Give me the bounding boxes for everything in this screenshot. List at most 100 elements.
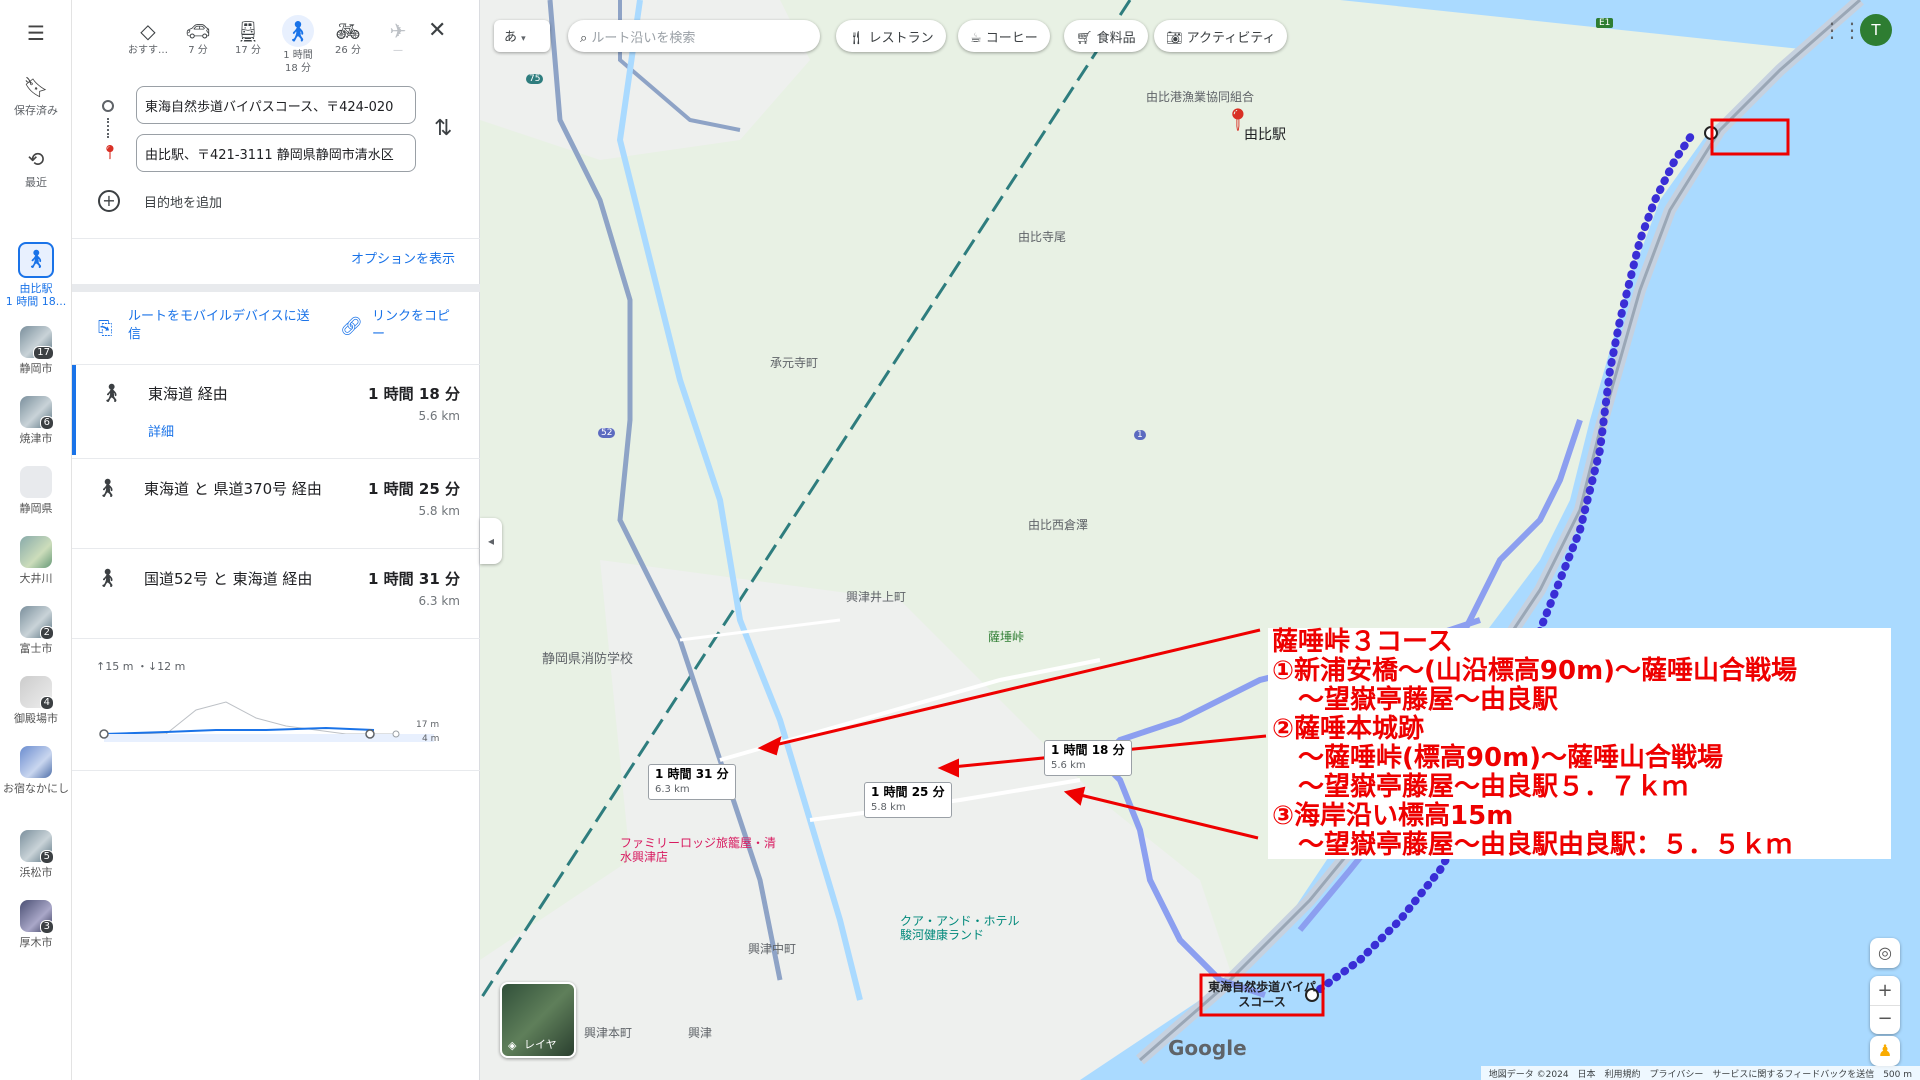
swap-icon[interactable]: ⇅: [434, 116, 452, 141]
chip-groceries[interactable]: 🛒︎ 食料品: [1064, 20, 1148, 52]
rail-place-yaizu[interactable]: 6 焼津市: [0, 396, 72, 445]
route-distance: 5.6 km: [418, 409, 460, 423]
label-poi[interactable]: ファミリーロッジ旅籠屋・清水興津店: [620, 836, 780, 864]
send-to-mobile-link[interactable]: ルートをモバイルデバイスに送信: [128, 308, 318, 344]
send-to-phone-icon[interactable]: ⎘: [98, 318, 112, 339]
label-start[interactable]: 東海自然歩道バイパスコース: [1204, 980, 1320, 1010]
rail-place-shizuoka-city[interactable]: 17 静岡市: [0, 326, 72, 375]
road-shield-e1: E1: [1596, 18, 1614, 28]
destination-field[interactable]: 由比駅、〒421-3111 静岡県静岡市清水区: [136, 134, 416, 172]
ime-toggle[interactable]: あ ▾: [494, 20, 550, 52]
add-icon[interactable]: +: [98, 190, 120, 212]
chip-activities[interactable]: 📷︎ アクティビティ: [1154, 20, 1288, 52]
mode-label: 1 時間 18 分: [283, 50, 313, 74]
walk-icon: 🚶︎: [282, 15, 314, 47]
annotation-line: ～望嶽亭藤屋～由良駅: [1272, 685, 1559, 715]
elevation-max: 17 m: [416, 720, 440, 730]
annotation-line: ～望嶽亭藤屋～由良駅由良駅：５．５ｋｍ: [1272, 830, 1793, 860]
place-name: 静岡市: [19, 362, 53, 375]
label-pass[interactable]: 薩埵峠: [988, 628, 1024, 645]
chip-label: 食料品: [1096, 31, 1136, 46]
route-tag-time: 1 時間 18 分: [1051, 743, 1125, 757]
divider: [72, 548, 480, 549]
mode-transit[interactable]: 🚆︎ 17 分: [226, 18, 270, 57]
annotation-box: 薩唾峠３コース ①新浦安橋～(山沿標高90m)～薩唾山合戦場 ～望嶽亭藤屋～由良…: [1268, 628, 1891, 860]
pegman-button[interactable]: ♟: [1870, 1036, 1900, 1066]
divider: [72, 770, 480, 771]
route-option-3[interactable]: 🚶︎ 国道52号 と 東海道 経由 1 時間 31 分 6.3 km: [72, 550, 480, 640]
saved-button[interactable]: 🔖︎ 保存済み: [0, 76, 72, 118]
layers-label: レイヤ: [524, 1038, 557, 1051]
diamond-route-icon: ◇: [140, 19, 156, 43]
apps-grid-icon[interactable]: ⋮⋮: [1822, 18, 1862, 42]
rail-place-shizuoka-pref[interactable]: 静岡県: [0, 466, 72, 515]
mode-walk[interactable]: 🚶︎ 1 時間 18 分: [276, 15, 320, 75]
my-location-button[interactable]: ◎: [1870, 938, 1900, 968]
mode-bike[interactable]: 🚲︎ 26 分: [326, 18, 370, 57]
collapse-panel-button[interactable]: ◂: [480, 518, 502, 564]
chip-restaurant[interactable]: 🍴︎ レストラン: [836, 20, 946, 52]
road-shield: 1: [1134, 430, 1146, 440]
place-thumbnail: 17: [20, 326, 54, 360]
rail-current-route[interactable]: 🚶︎ 由比駅 1 時間 18...: [0, 242, 72, 308]
link-icon[interactable]: 🔗︎: [340, 316, 363, 337]
rail-place-atsugi[interactable]: 3 厚木市: [0, 900, 72, 949]
route-time: 1 時間 25 分: [368, 480, 460, 498]
mode-label: —: [393, 45, 403, 56]
route-distance: 5.8 km: [418, 504, 460, 518]
divider: [72, 238, 480, 239]
label-area: 由比西倉澤: [1028, 518, 1089, 532]
avatar[interactable]: T: [1860, 14, 1892, 46]
walk-icon: 🚶︎: [96, 478, 119, 499]
chip-coffee[interactable]: ☕︎ コーヒー: [958, 20, 1050, 52]
rail-place-gotemba[interactable]: 4 御殿場市: [0, 676, 72, 725]
route-tag-3[interactable]: 1 時間 31 分 6.3 km: [648, 764, 736, 800]
map-canvas[interactable]: 📍︎ 由比駅 由比港漁業協同組合 由比寺尾 承元寺町 由比西倉澤 興津井上町 薩…: [480, 0, 1920, 1080]
close-icon[interactable]: ✕: [428, 18, 446, 43]
elevation-chart: [99, 701, 434, 742]
route-details-link[interactable]: 詳細: [148, 421, 174, 440]
route-option-2[interactable]: 🚶︎ 東海道 と 県道370号 経由 1 時間 25 分 5.8 km: [72, 460, 480, 550]
layers-button[interactable]: ◈ レイヤ: [500, 982, 576, 1058]
road-shield: 75: [526, 74, 544, 84]
rail-place-fuji[interactable]: 2 富士市: [0, 606, 72, 655]
add-destination[interactable]: 目的地を追加: [144, 192, 222, 211]
camera-icon: 📷︎: [1166, 31, 1183, 46]
map-footer[interactable]: 地図データ ©2024 日本 利用規約 プライバシー サービスに関するフィードバ…: [1480, 1066, 1920, 1080]
chevron-down-icon: ▾: [521, 34, 526, 44]
rail-place-hamamatsu[interactable]: 5 浜松市: [0, 830, 72, 879]
label-area: 由比寺尾: [1018, 230, 1067, 244]
label-area: 興津: [688, 1026, 713, 1040]
mode-best[interactable]: ◇ おすす…: [126, 18, 170, 57]
copy-link[interactable]: リンクをコピー: [372, 308, 462, 344]
label-poi[interactable]: クア・アンド・ホテル駿河健康ランド: [900, 914, 1020, 942]
mode-drive[interactable]: 🚗︎ 7 分: [176, 18, 220, 57]
place-thumbnail: 6: [20, 396, 54, 430]
menu-button[interactable]: ☰: [0, 22, 72, 48]
origin-field[interactable]: 東海自然歩道バイパスコース、〒424-020: [136, 86, 416, 124]
place-count: 5: [39, 850, 54, 864]
label-station[interactable]: 由比駅: [1244, 124, 1286, 144]
recent-button[interactable]: ⟲ 最近: [0, 148, 72, 190]
label-fishery[interactable]: 由比港漁業協同組合: [1146, 88, 1254, 105]
route-search-input[interactable]: ⌕ ルート沿いを検索: [568, 20, 820, 52]
options-link[interactable]: オプションを表示: [351, 248, 455, 267]
mode-flight[interactable]: ✈ —: [376, 18, 420, 57]
place-count: 4: [39, 696, 54, 710]
place-name: 浜松市: [19, 866, 53, 879]
map-base: [480, 0, 1920, 1080]
place-thumbnail: [20, 746, 52, 778]
rail-place-oyado-nakanishi[interactable]: お宿なかにし: [0, 746, 72, 795]
chip-label: コーヒー: [985, 31, 1038, 46]
route-time: 1 時間 31 分: [368, 570, 460, 588]
zoom-out-button[interactable]: −: [1870, 1005, 1900, 1034]
route-tag-1[interactable]: 1 時間 18 分 5.6 km: [1044, 740, 1132, 776]
rail-place-oigawa[interactable]: 大井川: [0, 536, 72, 585]
label-poi[interactable]: 静岡県消防学校: [542, 648, 633, 667]
mode-label: 26 分: [335, 45, 361, 56]
route-tag-2[interactable]: 1 時間 25 分 5.8 km: [864, 782, 952, 818]
locate-icon: ◎: [1878, 943, 1892, 962]
zoom-in-button[interactable]: +: [1870, 976, 1900, 1005]
saved-label: 保存済み: [14, 104, 58, 117]
route-option-1[interactable]: 🚶︎ 東海道 経由 1 時間 18 分 5.6 km 詳細: [72, 365, 480, 455]
